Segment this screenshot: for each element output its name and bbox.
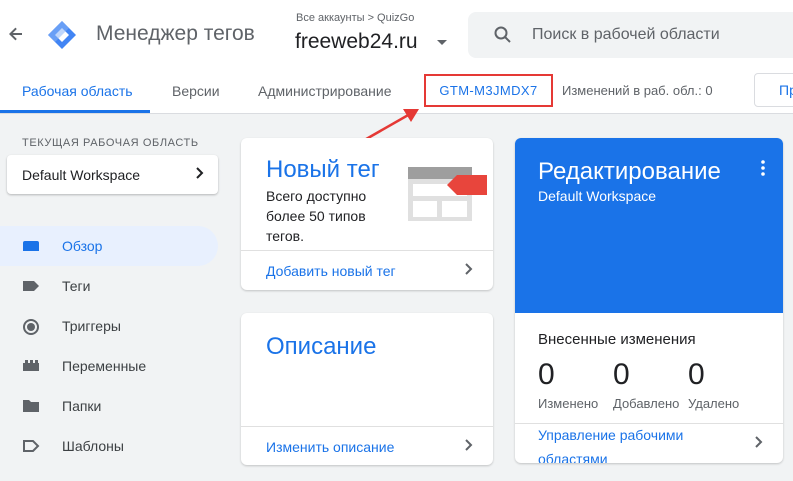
more-vert-icon[interactable] xyxy=(758,158,768,178)
chevron-right-icon xyxy=(463,261,475,282)
workspace-name: Default Workspace xyxy=(22,167,141,183)
changes-title: Внесенные изменения xyxy=(538,331,696,348)
new-tag-title: Новый тег xyxy=(266,156,380,183)
modified-count: 0 xyxy=(538,358,555,391)
workspace-edit-card: Редактирование Default Workspace Внесенн… xyxy=(515,138,783,463)
added-label: Добавлено xyxy=(613,396,680,411)
sidebar-item-tags[interactable]: Теги xyxy=(0,266,218,306)
sidebar-item-triggers[interactable]: Триггеры xyxy=(0,306,218,346)
container-name[interactable]: freeweb24.ru xyxy=(295,30,418,54)
sidebar-item-label: Переменные xyxy=(62,358,147,374)
workspace-changes: Изменений в раб. обл.: 0 xyxy=(562,83,713,98)
tag-icon xyxy=(22,278,40,294)
template-icon xyxy=(22,438,40,454)
sidebar-item-label: Шаблоны xyxy=(62,438,124,454)
deleted-count: 0 xyxy=(688,358,705,391)
container-id[interactable]: GTM-M3JMDX7 xyxy=(424,74,553,107)
variable-icon xyxy=(22,358,40,374)
sidebar-item-variables[interactable]: Переменные xyxy=(0,346,218,386)
active-tab-indicator xyxy=(0,110,150,113)
chevron-right-icon xyxy=(194,165,206,186)
sidebar-item-folders[interactable]: Папки xyxy=(0,386,218,426)
manage-footer[interactable]: Управление рабочими областями xyxy=(515,423,783,463)
description-title: Описание xyxy=(266,333,377,360)
add-new-tag-link[interactable]: Добавить новый тег xyxy=(266,263,396,279)
chevron-right-icon xyxy=(753,434,765,455)
search-icon xyxy=(493,25,513,45)
account-breadcrumb[interactable]: Все аккаунты > QuizGo xyxy=(296,12,414,24)
sidebar-item-label: Обзор xyxy=(62,238,103,254)
edit-description-link[interactable]: Изменить описание xyxy=(266,439,394,455)
new-tag-description: Всего доступно более 50 типов тегов. xyxy=(266,188,367,244)
edit-card-header: Редактирование Default Workspace xyxy=(515,138,783,313)
new-tag-card: Новый тег Всего доступно более 50 типов … xyxy=(241,138,493,290)
added-count: 0 xyxy=(613,358,630,391)
trigger-icon xyxy=(22,318,40,335)
container-dropdown-icon[interactable] xyxy=(437,40,447,45)
sidebar-item-label: Папки xyxy=(62,398,102,414)
deleted-label: Удалено xyxy=(688,396,740,411)
workspace-selector[interactable]: Default Workspace xyxy=(7,155,218,194)
overview-icon xyxy=(22,238,40,254)
chevron-right-icon xyxy=(463,437,475,458)
preview-button[interactable]: Пр xyxy=(754,73,793,107)
back-arrow-icon[interactable] xyxy=(6,24,26,44)
sidebar-item-templates[interactable]: Шаблоны xyxy=(0,426,218,466)
app-header: Менеджер тегов Все аккаунты > QuizGo fre… xyxy=(0,0,793,68)
gtm-logo-icon xyxy=(46,19,78,51)
tab-versions[interactable]: Версии xyxy=(172,83,220,99)
search-input[interactable]: Поиск в рабочей области xyxy=(468,12,793,58)
edit-title: Редактирование xyxy=(538,158,721,185)
modified-label: Изменено xyxy=(538,396,599,411)
sidebar-item-label: Триггеры xyxy=(62,318,121,334)
current-workspace-label: ТЕКУЩАЯ РАБОЧАЯ ОБЛАСТЬ xyxy=(22,137,199,149)
manage-workspaces-link[interactable]: Управление рабочими областями xyxy=(538,423,718,463)
folder-icon xyxy=(22,398,40,414)
description-footer[interactable]: Изменить описание xyxy=(241,426,493,465)
sidebar-item-overview[interactable]: Обзор xyxy=(0,226,218,266)
tab-workspace[interactable]: Рабочая область xyxy=(22,83,133,99)
edit-subtitle: Default Workspace xyxy=(538,188,657,204)
tag-illustration-icon xyxy=(407,166,487,222)
search-placeholder: Поиск в рабочей области xyxy=(532,26,720,43)
sidebar-item-label: Теги xyxy=(62,278,91,294)
description-card: Описание Изменить описание xyxy=(241,313,493,465)
app-title: Менеджер тегов xyxy=(96,22,255,45)
new-tag-footer[interactable]: Добавить новый тег xyxy=(241,250,493,290)
